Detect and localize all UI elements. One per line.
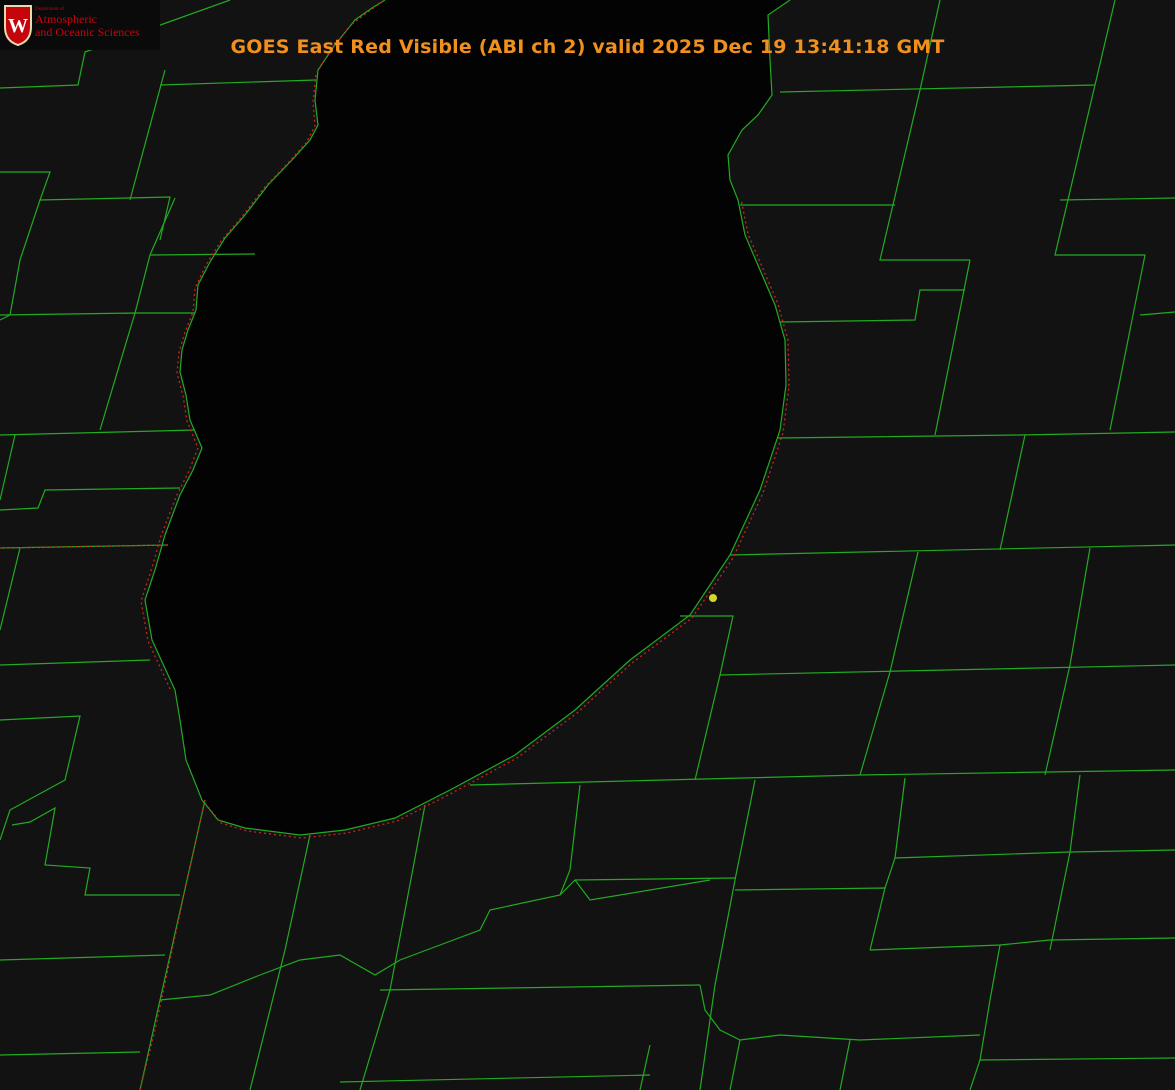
satellite-map — [0, 0, 1175, 1090]
satellite-image-viewer: W Department of Atmospheric and Oceanic … — [0, 0, 1175, 1090]
crest-letter: W — [8, 15, 28, 37]
logo-line-1: Atmospheric — [35, 12, 97, 26]
image-title: GOES East Red Visible (ABI ch 2) valid 2… — [230, 36, 945, 58]
location-marker — [709, 594, 717, 602]
